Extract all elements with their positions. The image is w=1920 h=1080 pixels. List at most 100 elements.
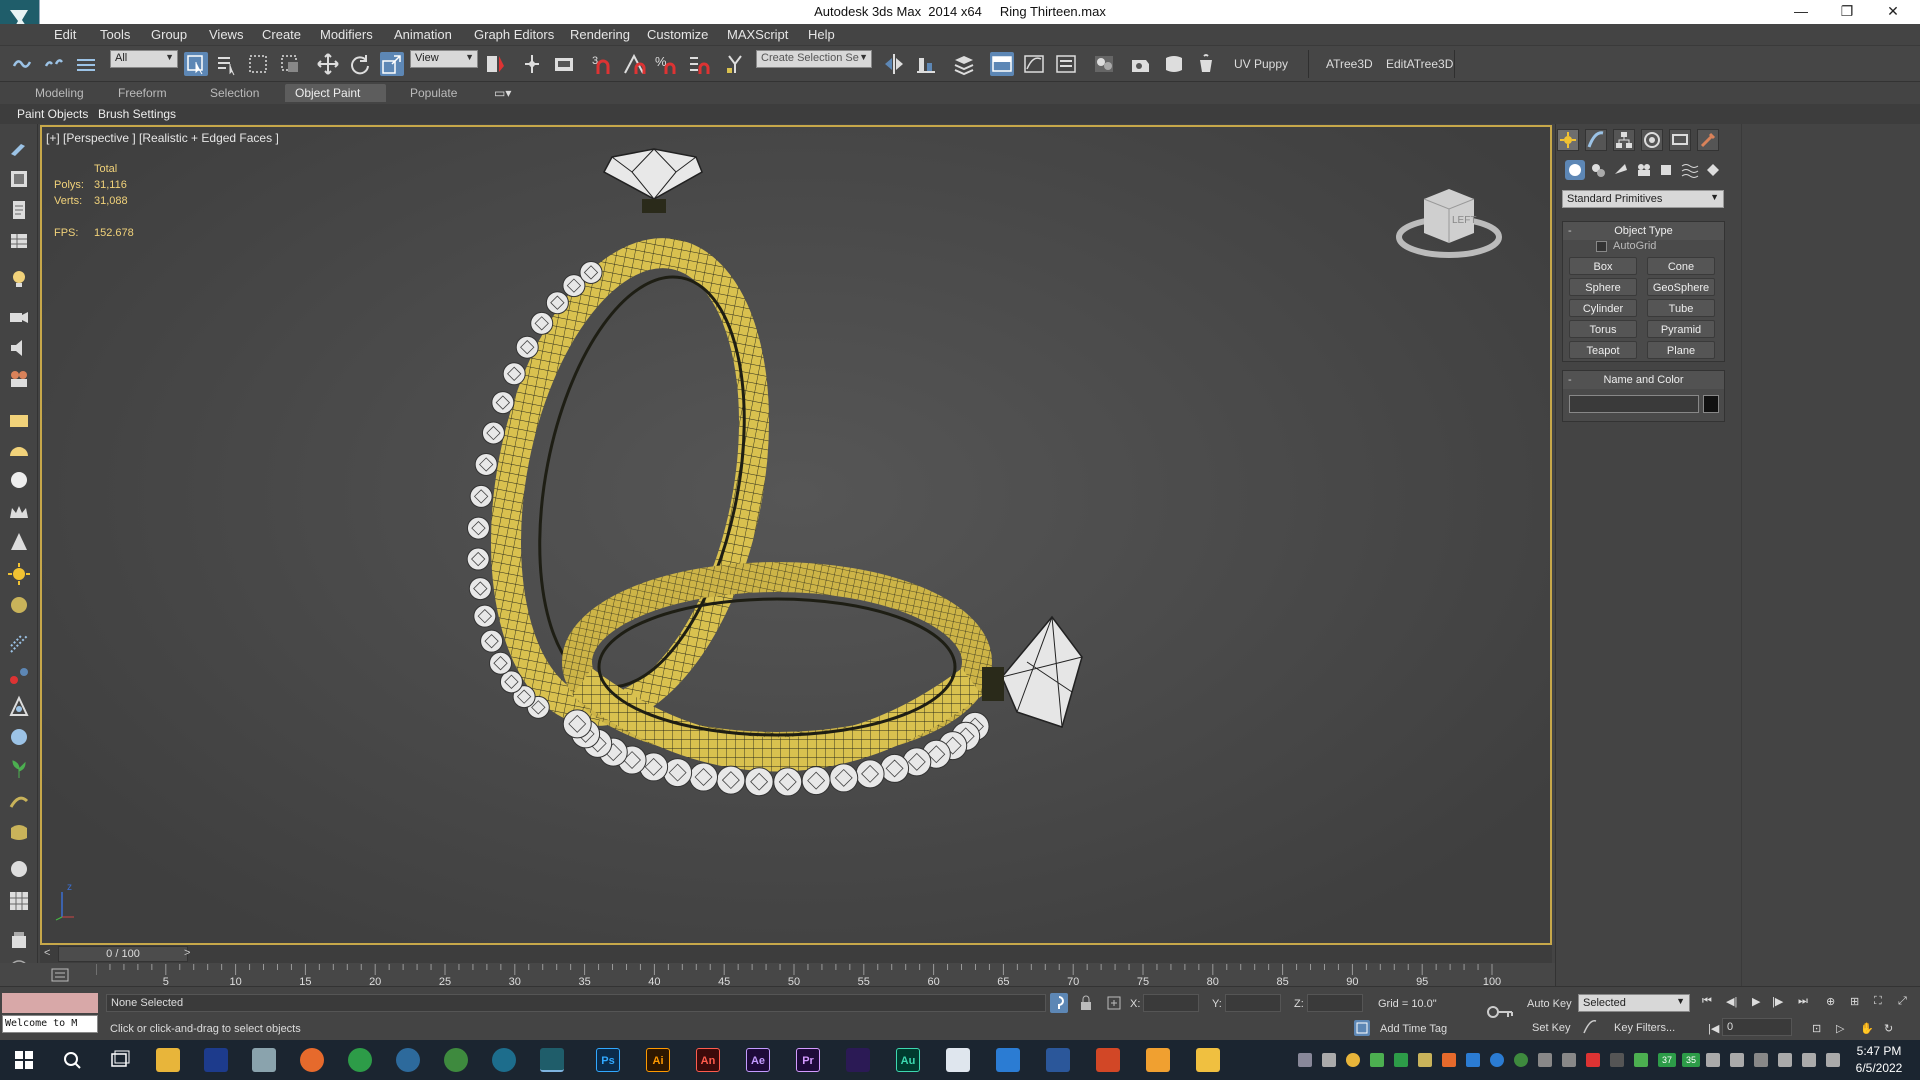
sound-icon[interactable] [7, 336, 31, 360]
systems-category-icon[interactable] [1703, 160, 1723, 180]
snaps-toggle-icon[interactable]: 3 [590, 52, 614, 76]
schematic-view-icon[interactable] [1054, 52, 1078, 76]
sketch-app-icon[interactable] [252, 1048, 276, 1072]
spinner-snap-icon[interactable] [686, 52, 710, 76]
upright-ring-diamond[interactable] [602, 148, 703, 213]
object-color-swatch[interactable] [1703, 395, 1719, 413]
menu-rendering[interactable]: Rendering [570, 27, 630, 42]
image-canvas-icon[interactable] [7, 167, 31, 191]
word-icon[interactable] [1046, 1048, 1070, 1072]
sphere-object-icon[interactable] [7, 468, 31, 492]
maximize-viewport-icon[interactable]: ⤢ [1898, 995, 1907, 1008]
utilities-tab-icon[interactable] [1697, 129, 1719, 151]
menu-tools[interactable]: Tools [100, 27, 130, 42]
menu-animation[interactable]: Animation [394, 27, 452, 42]
globe-icon[interactable] [7, 725, 31, 749]
video-camera-icon[interactable] [7, 367, 31, 391]
mirror-icon[interactable] [882, 52, 906, 76]
autogrid-checkbox[interactable]: AutoGrid [1596, 240, 1656, 252]
sync-tray-icon[interactable] [1442, 1053, 1456, 1067]
close-button[interactable]: ✕ [1870, 0, 1916, 24]
input-tray-icon[interactable] [1826, 1053, 1840, 1067]
pan-view-icon[interactable]: ✋ [1860, 1022, 1874, 1035]
absolute-mode-icon[interactable] [1106, 995, 1122, 1011]
powerpoint-icon[interactable] [1096, 1048, 1120, 1072]
atree3d-button[interactable]: ATree3D [1326, 57, 1373, 71]
window-crossing-icon[interactable] [278, 52, 302, 76]
zoom-extents-icon[interactable]: ⛶ [1874, 995, 1882, 1008]
add-time-tag-button[interactable]: Add Time Tag [1380, 1023, 1447, 1035]
material-editor-icon[interactable] [1092, 52, 1116, 76]
key-mode-dropdown[interactable]: Selected ▼ [1578, 994, 1690, 1012]
reference-coord-dropdown[interactable]: View ▼ [410, 50, 478, 68]
edit-atree3d-button[interactable]: EditATree3D [1386, 57, 1453, 71]
set-key-button[interactable]: Set Key [1532, 1022, 1571, 1034]
shapes-category-icon[interactable] [1588, 160, 1608, 180]
plane-button[interactable]: Plane [1647, 341, 1715, 359]
tab-object-paint[interactable]: Object Paint [285, 84, 386, 102]
perspective-viewport[interactable]: [+] [Perspective ] [Realistic + Edged Fa… [40, 125, 1552, 945]
menu-graph-editors[interactable]: Graph Editors [474, 27, 554, 42]
search-icon[interactable] [60, 1048, 84, 1072]
x-coord-field[interactable] [1143, 994, 1199, 1012]
scale-icon[interactable] [380, 52, 404, 76]
select-object-icon[interactable] [184, 52, 208, 76]
time-slider[interactable] [40, 945, 1552, 963]
shield-tray-icon[interactable] [1370, 1053, 1384, 1067]
earth-app-icon[interactable] [492, 1048, 516, 1072]
align-icon[interactable] [914, 52, 938, 76]
cone-object-icon[interactable] [7, 530, 31, 554]
object-type-header[interactable]: - Object Type [1563, 222, 1724, 240]
bluetooth-tray-icon[interactable] [1466, 1053, 1480, 1067]
time-slider-thumb[interactable]: 0 / 100 [58, 946, 188, 962]
tab-freeform[interactable]: Freeform [108, 84, 177, 102]
select-manipulate-icon[interactable] [520, 52, 544, 76]
wifi-tray-icon[interactable] [1754, 1053, 1768, 1067]
mouse-tray-icon[interactable] [1706, 1053, 1720, 1067]
key-filters-button[interactable]: Key Filters... [1614, 1022, 1675, 1034]
render-production-icon[interactable] [1194, 52, 1218, 76]
plant-icon[interactable] [7, 757, 31, 781]
viewcube[interactable]: LEFT [1394, 177, 1504, 270]
globe-tray-icon[interactable] [1514, 1053, 1528, 1067]
select-and-link-icon[interactable] [10, 52, 34, 76]
next-frame-icon[interactable]: |▶ [1772, 995, 1783, 1008]
sphere-button[interactable]: Sphere [1569, 278, 1637, 296]
motion-tab-icon[interactable] [1641, 129, 1663, 151]
temperature-tray-icon-2[interactable]: 35 [1682, 1053, 1700, 1067]
cameras-category-icon[interactable] [1634, 160, 1654, 180]
time-slider-next[interactable]: > [184, 947, 190, 959]
z-coord-field[interactable] [1307, 994, 1363, 1012]
unlink-selection-icon[interactable] [42, 52, 66, 76]
helpers-category-icon[interactable] [1657, 160, 1677, 180]
monitor-tray-icon[interactable] [1562, 1053, 1576, 1067]
dome-object-icon[interactable] [7, 438, 31, 462]
angle-snap-icon[interactable] [622, 52, 646, 76]
modify-tab-icon[interactable] [1585, 129, 1607, 151]
menu-modifiers[interactable]: Modifiers [320, 27, 373, 42]
security-tray-icon[interactable] [1586, 1053, 1600, 1067]
hair-tool-icon[interactable] [7, 789, 31, 813]
gold-sphere-icon[interactable] [7, 593, 31, 617]
lights-category-icon[interactable] [1611, 160, 1631, 180]
field-of-view-icon[interactable]: ▷ [1836, 1022, 1844, 1035]
camera-motion-icon[interactable] [7, 305, 31, 329]
zoom-icon[interactable]: ⊕ [1826, 995, 1835, 1008]
keyboard-shortcut-override-icon[interactable] [552, 52, 576, 76]
rectangular-selection-icon[interactable] [246, 52, 270, 76]
isolate-selection-icon[interactable] [1050, 993, 1068, 1013]
clock-date[interactable]: 6/5/2022 [1846, 1061, 1912, 1075]
time-configuration-icon[interactable]: ⊡ [1812, 1022, 1821, 1035]
default-in-out-tangents-icon[interactable] [1582, 1019, 1598, 1035]
menu-edit[interactable]: Edit [54, 27, 76, 42]
meter-tray-icon[interactable] [1610, 1053, 1624, 1067]
pyramid-button[interactable]: Pyramid [1647, 320, 1715, 338]
vpn-tray-icon[interactable] [1490, 1053, 1504, 1067]
tab-selection[interactable]: Selection [200, 84, 269, 102]
container-icon[interactable] [7, 928, 31, 952]
crown-icon[interactable] [7, 500, 31, 524]
object-name-field[interactable] [1569, 395, 1699, 413]
name-and-color-header[interactable]: - Name and Color [1563, 371, 1724, 389]
chrome-icon[interactable] [348, 1048, 372, 1072]
display-tray-icon[interactable] [1538, 1053, 1552, 1067]
